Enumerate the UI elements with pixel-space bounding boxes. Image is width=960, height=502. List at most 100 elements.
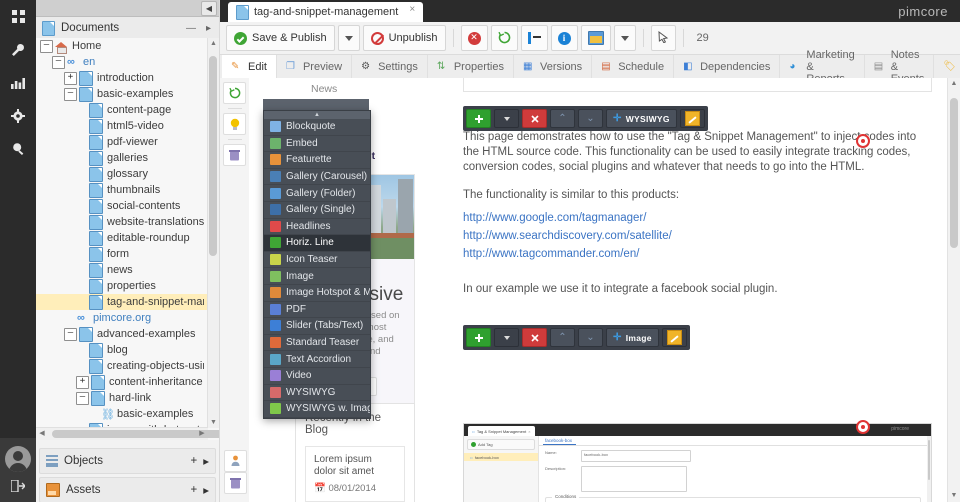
menu-item-video[interactable]: Video — [264, 368, 370, 385]
collapse-node-icon[interactable]: – — [76, 391, 89, 405]
menu-item-image[interactable]: Image — [264, 268, 370, 285]
move-block-up-button[interactable]: ⌃ — [550, 328, 575, 347]
remove-block-button[interactable] — [522, 328, 547, 347]
link-google-tagmanager[interactable]: http://www.google.com/tagmanager/ — [463, 209, 646, 227]
scroll-down-arrow[interactable]: ▼ — [948, 490, 960, 502]
tab-tag-and-snippet-management[interactable]: tag-and-snippet-management × — [228, 2, 424, 22]
tab-preview[interactable]: ❐ Preview — [276, 55, 353, 78]
objects-add-icon[interactable]: + — [191, 455, 198, 467]
logout-icon[interactable] — [0, 476, 36, 496]
tree-node-blog[interactable]: blog — [36, 342, 208, 358]
tree-node-pimcore-org[interactable]: ∞ pimcore.org — [36, 310, 208, 326]
blog-post-card[interactable]: Lorem ipsum dolor sit amet 📅 08/01/2014 — [305, 446, 405, 502]
tree-vertical-scroll-thumb[interactable] — [209, 56, 217, 256]
menu-item-text-accordion[interactable]: Text Accordion — [264, 351, 370, 368]
move-block-down-button[interactable]: ⌄ — [578, 328, 603, 347]
link-searchdiscovery[interactable]: http://www.searchdiscovery.com/satellite… — [463, 227, 672, 245]
save-and-publish-button[interactable]: Save & Publish — [226, 25, 335, 51]
embedded-screenshot-image[interactable]: •• Tag & Snippet Management × pimcore Ad… — [463, 423, 932, 502]
documents-expand-icon[interactable]: ▸ — [204, 23, 213, 34]
menu-item-icon-teaser[interactable]: Icon Teaser — [264, 252, 370, 269]
menu-item-wysiwyg[interactable]: WYSIWYG — [264, 385, 370, 402]
tree-horizontal-scrollbar[interactable]: ◀ ▶ — [36, 427, 219, 440]
tree-scroll-right-arrow[interactable]: ▶ — [196, 428, 208, 440]
save-dropdown-button[interactable] — [337, 25, 360, 51]
clear-editable-button-bottom[interactable] — [224, 472, 247, 494]
add-block-button[interactable] — [466, 109, 491, 128]
tree-scroll-left-arrow[interactable]: ◀ — [36, 428, 48, 440]
tab-properties[interactable]: ⇅ Properties — [427, 55, 514, 78]
tree-node-website-translations[interactable]: website-translations — [36, 214, 208, 230]
open-window-dropdown-button[interactable] — [613, 25, 636, 51]
tree-node-advanced-examples[interactable]: – advanced-examples — [36, 326, 208, 342]
tree-node-tag-and-snippet-management[interactable]: tag-and-snippet-management — [36, 294, 208, 310]
menu-item-gallery-folder-[interactable]: Gallery (Folder) — [264, 185, 370, 202]
tree-horizontal-scroll-thumb[interactable] — [52, 430, 219, 438]
collapse-node-icon[interactable]: – — [40, 39, 53, 53]
edit-block-button[interactable] — [661, 328, 687, 347]
tree-node-galleries[interactable]: galleries — [36, 150, 208, 166]
assets-expand-icon[interactable]: ▸ — [203, 483, 209, 497]
add-block-dropdown[interactable] — [494, 328, 519, 347]
tree-node-content-inheritance[interactable]: + content-inheritance — [36, 374, 208, 390]
scroll-up-arrow[interactable]: ▲ — [948, 78, 960, 90]
menu-scroll-up-indicator[interactable]: ▲ — [264, 111, 370, 119]
tree-node-introduction[interactable]: + introduction — [36, 70, 208, 86]
tree-scroll-up-arrow[interactable]: ▲ — [208, 38, 219, 49]
highlight-editables-button[interactable] — [223, 113, 246, 135]
menu-item-gallery-carousel-[interactable]: Gallery (Carousel) — [264, 169, 370, 186]
add-block-button[interactable] — [466, 328, 491, 347]
tree-node-content-page[interactable]: content-page — [36, 102, 208, 118]
reload-editor-button[interactable] — [223, 82, 246, 104]
tree-scroll-down-arrow[interactable]: ▼ — [208, 417, 219, 428]
tree-node-editable-roundup[interactable]: editable-roundup — [36, 230, 208, 246]
unpublish-button[interactable]: Unpublish — [362, 25, 446, 51]
collapse-node-icon[interactable]: – — [64, 327, 77, 341]
menu-item-embed[interactable]: Embed — [264, 136, 370, 153]
move-block-down-button[interactable]: ⌄ — [578, 109, 603, 128]
tab-settings[interactable]: ⚙ Settings — [352, 55, 428, 78]
menu-item-standard-teaser[interactable]: Standard Teaser — [264, 335, 370, 352]
avatar[interactable] — [5, 446, 31, 472]
tools-wrench-icon[interactable] — [0, 33, 36, 66]
tree-navigate-button[interactable] — [520, 25, 548, 51]
tree-node-properties[interactable]: properties — [36, 278, 208, 294]
documents-minimize-icon[interactable]: — — [184, 23, 198, 34]
tree-node-en[interactable]: – ∞ en — [36, 54, 208, 70]
tree-node-glossary[interactable]: glossary — [36, 166, 208, 182]
tree-node-home[interactable]: – Home — [36, 38, 208, 54]
move-block-up-button[interactable]: ⌃ — [550, 109, 575, 128]
block-type-image[interactable]: ✛ Image — [606, 328, 659, 347]
objects-panel-header[interactable]: Objects + ▸ — [39, 448, 216, 474]
tree-node-social-contents[interactable]: social-contents — [36, 198, 208, 214]
tree-node-basic-examples[interactable]: ⛓ basic-examples — [36, 406, 208, 422]
delete-button[interactable]: ✕ — [460, 25, 488, 51]
tab-notes-events[interactable]: ▤Notes & Events — [864, 49, 935, 85]
reports-chart-icon[interactable] — [0, 66, 36, 99]
tree-vertical-scrollbar[interactable]: ▲ ▼ — [207, 38, 219, 428]
link-tagcommander[interactable]: http://www.tagcommander.com/en/ — [463, 245, 639, 263]
objects-expand-icon[interactable]: ▸ — [203, 454, 209, 468]
tree-node-basic-examples[interactable]: – basic-examples — [36, 86, 208, 102]
collapse-panel-button[interactable]: ◀ — [201, 1, 217, 16]
menu-item-slider-tabs-text-[interactable]: Slider (Tabs/Text) — [264, 318, 370, 335]
close-icon[interactable]: × — [409, 4, 415, 15]
tab-tags[interactable]: 🏷Tags — [934, 55, 960, 78]
assets-add-icon[interactable]: + — [191, 484, 198, 496]
collapse-node-icon[interactable]: – — [64, 87, 77, 101]
edit-block-button[interactable] — [679, 109, 705, 128]
menu-item-headlines[interactable]: Headlines — [264, 219, 370, 236]
settings-gear-icon[interactable] — [0, 99, 36, 132]
menu-item-wysiwyg-w-images[interactable]: WYSIWYG w. Images — [264, 401, 370, 418]
tree-node-html5-video[interactable]: html5-video — [36, 118, 208, 134]
tab-dependencies[interactable]: ◧ Dependencies — [674, 55, 781, 78]
clear-editable-button-top[interactable] — [223, 144, 246, 166]
tree-node-thumbnails[interactable]: thumbnails — [36, 182, 208, 198]
dashboard-icon[interactable] — [0, 0, 36, 33]
preview-nav-item[interactable]: News — [311, 78, 372, 100]
editor-scroll-thumb[interactable] — [950, 98, 958, 248]
tree-node-form[interactable]: form — [36, 246, 208, 262]
tree-node-news[interactable]: news — [36, 262, 208, 278]
assets-panel-header[interactable]: Assets + ▸ — [39, 477, 216, 502]
documents-panel-header[interactable]: Documents — ▸ — [36, 17, 219, 40]
